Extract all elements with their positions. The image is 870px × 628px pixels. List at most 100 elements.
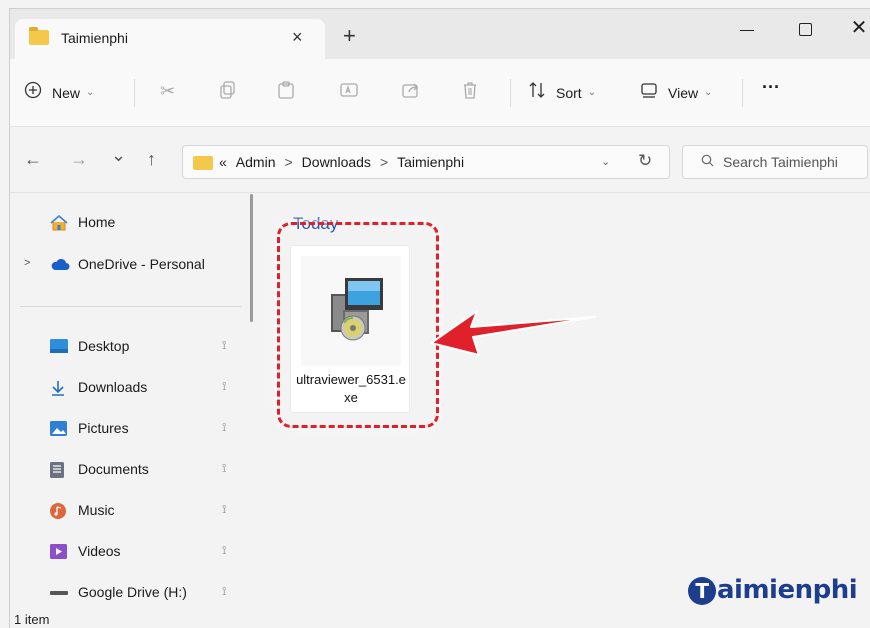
close-icon: ✕ [850, 17, 868, 39]
status-bar: 1 item [10, 607, 870, 628]
sort-icon [528, 81, 546, 104]
sidebar-item-documents[interactable]: Documents ⟟ [10, 455, 248, 485]
chevron-down-icon: ⌄ [587, 87, 597, 98]
cut-button[interactable]: ✂ [160, 81, 185, 102]
recent-locations-icon[interactable]: ⌄ [111, 145, 126, 166]
new-button[interactable]: New ⌄ [24, 81, 94, 104]
address-row: ← → ⌄ ↑ « Admin > Downloads > Taimienphi… [10, 127, 870, 193]
divider [742, 79, 743, 107]
breadcrumb: « Admin > Downloads > Taimienphi [219, 154, 464, 170]
sidebar-item-label: Google Drive (H:) [78, 584, 187, 600]
command-bar: New ⌄ ✂ Sort ⌄ View ⌄ ··· [10, 59, 870, 127]
breadcrumb-downloads[interactable]: Downloads [302, 154, 371, 170]
pin-icon: ⟟ [222, 420, 227, 434]
minimize-icon [740, 30, 754, 31]
copy-icon [220, 81, 236, 104]
sidebar-item-desktop[interactable]: Desktop ⟟ [10, 332, 248, 362]
address-bar[interactable]: « Admin > Downloads > Taimienphi ⌄ ↻ [182, 145, 670, 179]
sidebar-item-home[interactable]: Home [10, 208, 248, 238]
breadcrumb-overflow[interactable]: « [219, 154, 227, 170]
paste-icon [278, 81, 294, 104]
delete-button[interactable] [462, 81, 488, 104]
cut-icon: ✂ [160, 81, 176, 101]
forward-arrow-icon[interactable]: → [70, 149, 88, 170]
maximize-icon [798, 23, 812, 36]
highlight-annotation [277, 222, 439, 428]
folder-icon [193, 156, 213, 170]
rename-button[interactable] [340, 81, 368, 104]
search-icon [701, 154, 714, 170]
music-icon [50, 503, 67, 519]
sidebar-item-label: OneDrive - Personal [78, 256, 205, 272]
sidebar-item-label: Videos [78, 543, 121, 559]
maximize-button[interactable] [780, 13, 830, 47]
sidebar-item-downloads[interactable]: Downloads ⟟ [10, 373, 248, 403]
divider [134, 79, 135, 107]
sidebar-item-videos[interactable]: Videos ⟟ [10, 537, 248, 567]
up-arrow-icon[interactable]: ↑ [147, 149, 156, 170]
close-button[interactable]: ✕ [834, 13, 870, 47]
folder-icon [29, 27, 49, 45]
sort-button[interactable]: Sort ⌄ [528, 81, 596, 104]
copy-button[interactable] [220, 81, 246, 104]
chevron-down-icon: ⌄ [704, 87, 713, 98]
title-bar: Taimienphi × + ✕ [10, 9, 870, 59]
item-count: 1 item [14, 612, 50, 627]
share-button[interactable] [402, 81, 430, 104]
rename-icon [340, 81, 358, 104]
tab-taimienphi[interactable]: Taimienphi × [15, 19, 325, 59]
more-options-button[interactable]: ··· [762, 77, 780, 98]
file-list: Today ultraviewer_6531.exe [260, 194, 870, 606]
sidebar-scrollbar[interactable] [250, 194, 253, 322]
plus-circle-icon [24, 81, 42, 104]
documents-icon [50, 462, 67, 478]
back-arrow-icon[interactable]: ← [24, 149, 42, 170]
sidebar-item-google-drive[interactable]: Google Drive (H:) ⟟ [10, 578, 248, 608]
expand-icon[interactable]: > [24, 257, 30, 269]
pin-icon: ⟟ [222, 502, 227, 516]
refresh-icon[interactable]: ↻ [638, 151, 652, 171]
search-box[interactable] [682, 145, 868, 179]
watermark-badge: T [688, 577, 716, 605]
sidebar-item-label: Home [78, 214, 116, 230]
watermark-text: aimienphi [717, 575, 858, 605]
file-explorer-window: Taimienphi × + ✕ New ⌄ ✂ Sort ⌄ View ⌄ ·… [9, 8, 870, 628]
pin-icon: ⟟ [222, 584, 227, 598]
breadcrumb-separator: > [379, 154, 389, 170]
pin-icon: ⟟ [222, 338, 227, 352]
sidebar-item-music[interactable]: Music ⟟ [10, 496, 248, 526]
home-icon [50, 214, 68, 231]
watermark-logo: Taimienphi [688, 575, 858, 605]
desktop-icon [50, 339, 68, 354]
pointer-arrow-icon [430, 310, 596, 356]
minimize-button[interactable] [722, 13, 772, 47]
sidebar-item-label: Pictures [78, 420, 129, 436]
new-tab-icon[interactable]: + [343, 23, 356, 49]
breadcrumb-admin[interactable]: Admin [236, 154, 276, 170]
chevron-down-icon[interactable]: ⌄ [601, 155, 610, 168]
view-icon [640, 81, 658, 104]
divider [510, 79, 511, 107]
search-input[interactable] [723, 151, 863, 173]
delete-icon [462, 81, 478, 104]
view-button[interactable]: View ⌄ [640, 81, 712, 104]
sidebar-item-onedrive[interactable]: > OneDrive - Personal [10, 250, 248, 280]
videos-icon [50, 544, 67, 559]
drive-icon [50, 585, 68, 600]
breadcrumb-taimienphi[interactable]: Taimienphi [397, 154, 464, 170]
share-icon [402, 81, 420, 104]
paste-button[interactable] [278, 81, 304, 104]
pin-icon: ⟟ [222, 461, 227, 475]
sort-label: Sort [556, 84, 582, 101]
more-icon: ··· [762, 77, 780, 97]
pictures-icon [50, 421, 67, 436]
tab-close-icon[interactable]: × [292, 27, 303, 48]
sidebar-item-label: Downloads [78, 379, 148, 395]
sidebar-divider [20, 306, 242, 307]
new-label: New [52, 84, 81, 101]
sidebar-item-pictures[interactable]: Pictures ⟟ [10, 414, 248, 444]
sidebar-item-label: Desktop [78, 338, 130, 354]
navigation-pane: Home > OneDrive - Personal Desktop ⟟ Dow… [10, 194, 253, 608]
sidebar-item-label: Music [78, 502, 115, 518]
sidebar-item-label: Documents [78, 461, 149, 477]
